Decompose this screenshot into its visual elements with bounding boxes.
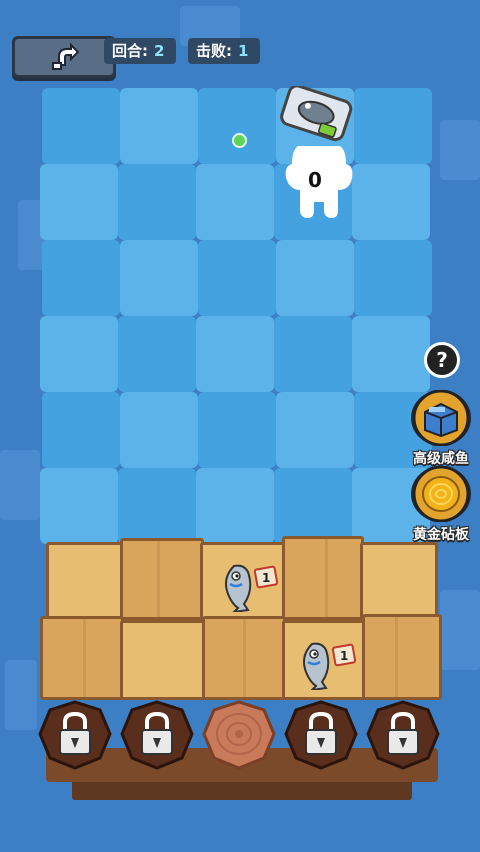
salted-fish-icon: 1 <box>303 642 357 692</box>
green-marker <box>232 133 247 148</box>
fish-level: 1 <box>340 649 348 663</box>
board-cell[interactable] <box>120 88 198 164</box>
board-cell[interactable] <box>274 316 352 392</box>
game-board <box>40 88 440 548</box>
crate <box>120 620 206 700</box>
board-cell[interactable] <box>42 88 120 164</box>
board-cell[interactable] <box>118 316 196 392</box>
background-tile <box>0 450 40 520</box>
slot-locked[interactable] <box>120 698 194 772</box>
board-cell[interactable] <box>276 240 354 316</box>
board-cell[interactable] <box>118 164 196 240</box>
round-value: 2 <box>154 42 165 60</box>
board-cell[interactable] <box>40 164 118 240</box>
golden-chopping-board-icon <box>411 465 471 523</box>
crate <box>120 538 204 620</box>
lock-icon <box>38 700 112 770</box>
shop-item-label: 黄金砧板 <box>413 527 469 543</box>
board-cell[interactable] <box>120 392 198 468</box>
board-cell[interactable] <box>198 240 276 316</box>
slot-open[interactable] <box>202 698 276 772</box>
background-tile <box>440 590 480 670</box>
board-cell[interactable] <box>274 468 352 544</box>
shop-item-golden-board[interactable]: 黄金砧板 <box>406 465 476 544</box>
fish-card-icon <box>280 84 353 218</box>
round-counter: 回合: 2 <box>104 38 176 64</box>
help-button[interactable]: ? <box>424 342 460 378</box>
round-label: 回合: <box>112 42 148 60</box>
crate <box>202 616 286 700</box>
board-cell[interactable] <box>196 468 274 544</box>
board-cell[interactable] <box>198 392 276 468</box>
premium-fish-crate-icon <box>411 389 471 447</box>
kills-label: 击败: <box>196 42 232 60</box>
back-button[interactable] <box>12 36 116 78</box>
wood-stump-icon <box>202 700 276 770</box>
board-cell[interactable] <box>40 468 118 544</box>
board-cell[interactable] <box>352 164 430 240</box>
return-arrow-icon <box>52 43 79 70</box>
shop-item-label: 高级咸鱼 <box>413 451 469 467</box>
board-cell[interactable] <box>120 240 198 316</box>
enemy-piece[interactable] <box>278 84 362 222</box>
kills-counter: 击败: 1 <box>188 38 260 64</box>
background-tile <box>440 120 480 180</box>
fish-piece[interactable]: 1 <box>298 636 360 692</box>
board-cell[interactable] <box>196 316 274 392</box>
salted-fish-icon: 1 <box>225 564 279 614</box>
slot-locked[interactable] <box>38 698 112 772</box>
board-cell[interactable] <box>276 392 354 468</box>
slot-locked[interactable] <box>284 698 358 772</box>
crate <box>282 536 364 620</box>
board-cell[interactable] <box>354 88 432 164</box>
board-cell[interactable] <box>354 240 432 316</box>
board-cell[interactable] <box>42 392 120 468</box>
enemy-count: 0 <box>308 168 322 192</box>
board-cell[interactable] <box>196 164 274 240</box>
crate <box>40 616 124 700</box>
crate <box>362 614 442 700</box>
slot-locked[interactable] <box>366 698 440 772</box>
lock-icon <box>120 700 194 770</box>
board-cell[interactable] <box>118 468 196 544</box>
lock-icon <box>284 700 358 770</box>
shop-item-premium-fish[interactable]: 高级咸鱼 <box>406 389 476 468</box>
fish-level: 1 <box>262 571 270 585</box>
crate <box>360 542 438 620</box>
background-tile <box>5 660 37 730</box>
board-cell[interactable] <box>40 316 118 392</box>
board-cell[interactable] <box>42 240 120 316</box>
board-cell[interactable] <box>352 316 430 392</box>
crate <box>46 542 124 620</box>
fish-piece[interactable]: 1 <box>220 558 282 614</box>
kills-value: 1 <box>238 42 249 60</box>
board-cell[interactable] <box>198 88 276 164</box>
lock-icon <box>366 700 440 770</box>
